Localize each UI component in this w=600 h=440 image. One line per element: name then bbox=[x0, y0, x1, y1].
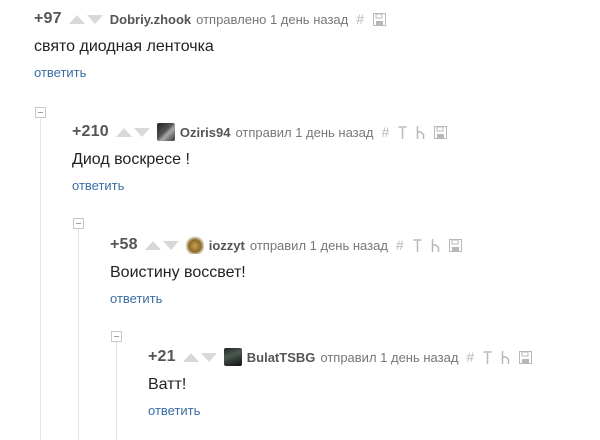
parent-arrow-icon[interactable] bbox=[413, 238, 422, 252]
comment-rating: +210 bbox=[72, 123, 109, 140]
upvote-icon[interactable] bbox=[182, 352, 199, 362]
comment-tools: # bbox=[466, 349, 541, 365]
comment-1: +97 Dobriy.zhook отправлено 1 день назад… bbox=[34, 9, 395, 82]
reply-link[interactable]: ответить bbox=[148, 403, 200, 418]
thread-line bbox=[78, 229, 79, 440]
save-icon[interactable] bbox=[519, 350, 533, 364]
hash-icon[interactable]: # bbox=[396, 237, 404, 253]
comment-text: свято диодная ленточка bbox=[34, 38, 214, 55]
parent-arrow-icon[interactable] bbox=[483, 350, 492, 364]
downvote-icon[interactable] bbox=[162, 240, 179, 250]
comment-rating: +21 bbox=[148, 348, 176, 365]
branch-icon[interactable] bbox=[501, 350, 510, 364]
comment-header: +210 Oziris94 отправил 1 день назад # bbox=[72, 122, 456, 142]
collapse-toggle[interactable] bbox=[73, 218, 84, 229]
avatar[interactable] bbox=[156, 123, 175, 141]
comment-text: Диод воскресе ! bbox=[72, 151, 190, 168]
branch-icon[interactable] bbox=[431, 238, 440, 252]
vote-controls bbox=[68, 14, 103, 24]
comment-author[interactable]: iozzyt bbox=[209, 238, 245, 253]
comment-author[interactable]: Oziris94 bbox=[180, 125, 231, 140]
comment-4: +21 BulatTSBG отправил 1 день назад # Ва… bbox=[148, 347, 541, 420]
vote-controls bbox=[115, 127, 150, 137]
comment-header: +97 Dobriy.zhook отправлено 1 день назад… bbox=[34, 9, 395, 29]
upvote-icon[interactable] bbox=[115, 127, 132, 137]
comment-2: +210 Oziris94 отправил 1 день назад # Ди… bbox=[72, 122, 456, 195]
comment-timestamp: отправил 1 день назад bbox=[249, 237, 388, 253]
upvote-icon[interactable] bbox=[144, 240, 161, 250]
thread-line bbox=[116, 342, 117, 440]
comment-author[interactable]: BulatTSBG bbox=[247, 350, 316, 365]
comment-rating: +97 bbox=[34, 10, 62, 27]
hash-icon[interactable]: # bbox=[381, 124, 389, 140]
save-icon[interactable] bbox=[373, 12, 387, 26]
hash-icon[interactable]: # bbox=[466, 349, 474, 365]
save-icon[interactable] bbox=[448, 238, 462, 252]
reply-link[interactable]: ответить bbox=[34, 65, 86, 80]
comment-tools: # bbox=[396, 237, 471, 253]
comment-timestamp: отправил 1 день назад bbox=[320, 349, 459, 365]
collapse-toggle[interactable] bbox=[35, 107, 46, 118]
parent-arrow-icon[interactable] bbox=[398, 125, 407, 139]
comment-rating: +58 bbox=[110, 236, 138, 253]
comment-text: Ватт! bbox=[148, 376, 187, 393]
downvote-icon[interactable] bbox=[86, 14, 103, 24]
comment-tools: # bbox=[381, 124, 456, 140]
comment-header: +21 BulatTSBG отправил 1 день назад # bbox=[148, 347, 541, 367]
downvote-icon[interactable] bbox=[200, 352, 217, 362]
comment-timestamp: отправлено 1 день назад bbox=[196, 11, 349, 27]
thread-line bbox=[40, 118, 41, 440]
comment-text: Воистину воссвет! bbox=[110, 264, 246, 281]
avatar[interactable] bbox=[185, 236, 204, 254]
comment-3: +58 iozzyt отправил 1 день назад # Воист… bbox=[110, 235, 471, 308]
branch-icon[interactable] bbox=[416, 125, 425, 139]
comment-timestamp: отправил 1 день назад bbox=[235, 124, 374, 140]
upvote-icon[interactable] bbox=[68, 14, 85, 24]
reply-link[interactable]: ответить bbox=[110, 291, 162, 306]
vote-controls bbox=[182, 352, 217, 362]
reply-link[interactable]: ответить bbox=[72, 178, 124, 193]
save-icon[interactable] bbox=[434, 125, 448, 139]
vote-controls bbox=[144, 240, 179, 250]
comment-header: +58 iozzyt отправил 1 день назад # bbox=[110, 235, 471, 255]
collapse-toggle[interactable] bbox=[111, 331, 122, 342]
comment-author[interactable]: Dobriy.zhook bbox=[110, 12, 191, 27]
hash-icon[interactable]: # bbox=[356, 11, 364, 27]
downvote-icon[interactable] bbox=[133, 127, 150, 137]
comment-tools: # bbox=[356, 11, 395, 27]
avatar[interactable] bbox=[223, 348, 242, 366]
